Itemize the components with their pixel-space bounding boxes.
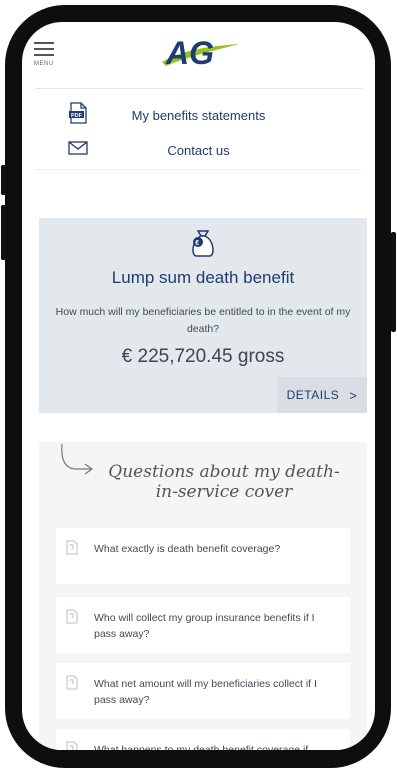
faq-item-text: What happens to my death benefit coverag… xyxy=(94,744,309,750)
faq-item-text: Who will collect my group insurance bene… xyxy=(94,612,315,640)
curved-arrow-icon xyxy=(57,442,99,487)
card-title: Lump sum death benefit xyxy=(111,268,295,287)
header-divider xyxy=(35,88,362,89)
svg-text:€: € xyxy=(195,240,199,247)
document-icon xyxy=(66,609,78,629)
card-question: How much will my beneficiaries be entitl… xyxy=(55,306,351,335)
lump-sum-benefit-card: € Lump sum death benefit How much will m… xyxy=(39,218,367,413)
document-icon xyxy=(66,675,78,695)
menu-button[interactable]: MENU xyxy=(34,42,58,72)
phone-side-button xyxy=(1,205,6,260)
document-icon xyxy=(66,540,78,560)
ag-logo[interactable]: AG xyxy=(160,32,242,72)
contact-us-link[interactable]: Contact us xyxy=(22,135,375,165)
contact-us-label: Contact us xyxy=(167,142,230,158)
app-header: MENU AG xyxy=(22,22,375,90)
phone-side-button xyxy=(1,165,6,195)
logo-text: AG xyxy=(165,35,214,71)
faq-item[interactable]: What exactly is death benefit coverage? xyxy=(56,528,350,584)
faq-item[interactable]: What net amount will my beneficiaries co… xyxy=(56,663,350,719)
faq-item[interactable]: What happens to my death benefit coverag… xyxy=(56,729,350,750)
money-bag-icon: € xyxy=(188,227,218,264)
faq-item[interactable]: Who will collect my group insurance bene… xyxy=(56,597,350,653)
faq-section: Questions about my death-in-service cove… xyxy=(39,442,367,750)
benefits-statements-label: My benefits statements xyxy=(131,107,266,123)
details-button[interactable]: DETAILS > xyxy=(277,377,367,413)
details-label: DETAILS xyxy=(286,388,340,402)
benefits-statements-link[interactable]: PDF My benefits statements xyxy=(22,100,375,130)
benefit-amount: € 225,720.45 gross xyxy=(121,346,285,367)
phone-power-button xyxy=(391,232,396,332)
menu-label: MENU xyxy=(34,61,54,67)
faq-heading: Questions about my death-in-service cove… xyxy=(108,462,340,502)
phone-screen: MENU AG PDF My benefits statements Conta… xyxy=(22,22,375,750)
links-divider xyxy=(35,169,362,170)
faq-item-text: What exactly is death benefit coverage? xyxy=(94,543,281,555)
document-icon xyxy=(66,741,78,750)
chevron-right-icon: > xyxy=(349,387,358,403)
faq-item-text: What net amount will my beneficiaries co… xyxy=(94,678,317,706)
